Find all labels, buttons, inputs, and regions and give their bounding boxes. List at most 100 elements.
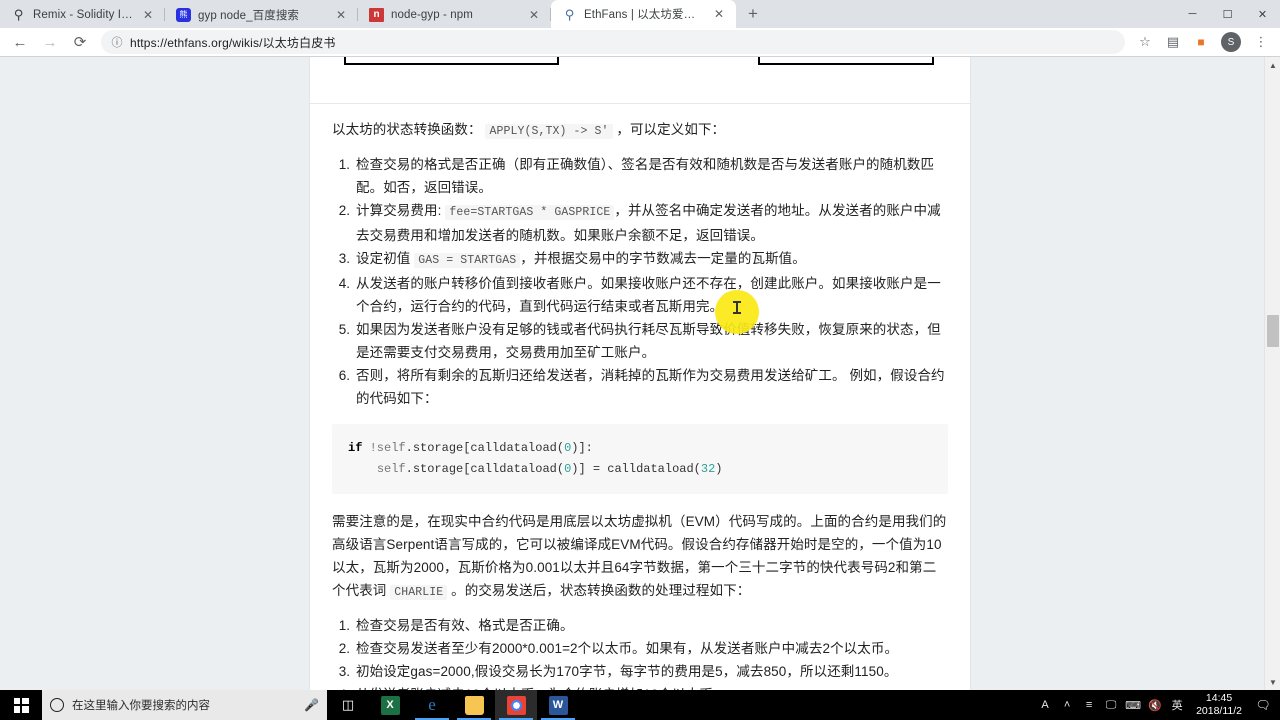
system-tray: A ˄ ≡ 🖵 ⌨ 🔇 英 14:45 2018/11/2 🗨 (1034, 690, 1280, 720)
browser-tab-baidu[interactable]: 熊 gyp node_百度搜索 ✕ (165, 1, 358, 28)
inline-code: GAS = STARTGAS (414, 253, 521, 268)
task-view-button[interactable]: ◫ (327, 690, 369, 720)
maximize-button[interactable]: ☐ (1210, 0, 1245, 28)
taskbar-clock[interactable]: 14:45 2018/11/2 (1188, 690, 1250, 720)
show-hidden-icons-chevron[interactable]: ˄ (1056, 690, 1078, 720)
browser-tab-remix[interactable]: ⚲ Remix - Solidity IDE ✕ (0, 1, 165, 28)
back-button[interactable]: ← (6, 29, 34, 55)
code-ident: self (376, 462, 406, 476)
code-op: .storage[calldataload( (405, 462, 565, 476)
search-placeholder-text: 在这里输入你要搜索的内容 (72, 700, 210, 712)
list-item-text: 检查交易发送者至少有2000*0.001=2个以太币。如果有，从发送者账户中减去… (356, 641, 899, 656)
volume-muted-icon[interactable]: 🔇 (1144, 690, 1166, 720)
taskbar-app-excel[interactable]: X (369, 690, 411, 720)
cortana-circle-icon (50, 698, 64, 712)
baidu-icon: 熊 (176, 7, 191, 22)
excel-icon: X (380, 695, 400, 715)
list-item: 检查交易发送者至少有2000*0.001=2个以太币。如果有，从发送者账户中减去… (354, 637, 948, 660)
accessibility-icon[interactable]: A (1034, 690, 1056, 720)
list-item: 否则，将所有剩余的瓦斯归还给发送者，消耗掉的瓦斯作为交易费用发送给矿工。 例如，… (354, 364, 948, 410)
close-window-button[interactable]: ✕ (1245, 0, 1280, 28)
intro-suffix: ，可以定义如下： (616, 122, 726, 137)
reload-button[interactable]: ⟳ (66, 29, 94, 55)
list-item: 设定初值 GAS = STARTGAS，并根据交易中的字节数减去一定量的瓦斯值。 (354, 247, 948, 272)
address-bar[interactable]: ⓘ https://ethfans.org/wikis/以太坊白皮书 (101, 30, 1125, 54)
windows-logo-icon (13, 697, 29, 713)
extension-icon-2[interactable]: ■ (1188, 29, 1214, 55)
taskbar-app-chrome[interactable] (495, 690, 537, 720)
taskbar-search-box[interactable]: 在这里输入你要搜索的内容 🎤 (42, 690, 327, 720)
code-keyword-if: if (348, 441, 370, 455)
taskbar-app-word[interactable]: W (537, 690, 579, 720)
usb-icon[interactable]: ⌨ (1122, 690, 1144, 720)
ethfans-icon: ⚲ (564, 6, 575, 22)
start-button[interactable] (0, 690, 42, 720)
intro-paragraph: 以太坊的状态转换函数： APPLY(S,TX) -> S' ，可以定义如下： (332, 118, 948, 143)
note-inline-code: CHARLIE (390, 585, 448, 600)
extension-icon-1[interactable]: ▤ (1160, 29, 1186, 55)
scrollbar-down-arrow[interactable]: ▼ (1265, 674, 1280, 690)
list-item: 从发送者的账户转移价值到接收者账户。如果接收账户还不存在，创建此账户。如果接收账… (354, 272, 948, 318)
new-tab-button[interactable]: + (739, 0, 767, 28)
tab-title: EthFans | 以太坊爱好者 (584, 9, 704, 21)
list-item-prefix: 计算交易费用: (356, 203, 446, 218)
code-number: 32 (700, 462, 716, 476)
tab-title: gyp node_百度搜索 (198, 9, 300, 22)
note-paragraph: 需要注意的是，在现实中合约代码是用底层以太坊虚拟机（EVM）代码写成的。上面的合… (332, 510, 948, 604)
text-cursor-icon (733, 301, 741, 314)
scrollbar-thumb[interactable] (1267, 315, 1279, 347)
browser-tab-npm[interactable]: n node-gyp - npm ✕ (358, 1, 551, 28)
avatar[interactable]: S (1221, 32, 1241, 52)
site-info-icon[interactable]: ⓘ (111, 34, 123, 50)
list-item-prefix: 设定初值 (356, 251, 415, 266)
browser-toolbar: ← → ⟳ ⓘ https://ethfans.org/wikis/以太坊白皮书… (0, 28, 1280, 57)
list-item: 初始设定gas=2000,假设交易长为170字节，每字节的费用是5，减去850，… (354, 660, 948, 683)
code-op: ) (715, 462, 723, 476)
browser-menu-icon[interactable]: ⋮ (1248, 29, 1274, 55)
window-controls: ─ ☐ ✕ (1175, 0, 1280, 28)
onedrive-icon[interactable]: ≡ (1078, 690, 1100, 720)
minimize-button[interactable]: ─ (1175, 0, 1210, 28)
article-content: 以太坊的状态转换函数： APPLY(S,TX) -> S' ，可以定义如下： 检… (332, 118, 948, 690)
intro-prefix: 以太坊的状态转换函数： (332, 122, 482, 137)
tab-title: Remix - Solidity IDE (33, 8, 133, 21)
tab-close-button[interactable]: ✕ (140, 7, 156, 23)
clock-date: 2018/11/2 (1196, 705, 1242, 717)
page-scrollbar[interactable]: ▲ ▼ (1264, 57, 1280, 690)
windows-taskbar: 在这里输入你要搜索的内容 🎤 ◫ X e W A ˄ ≡ 🖵 ⌨ 🔇 英 14:… (0, 690, 1280, 720)
tab-close-button[interactable]: ✕ (526, 7, 542, 23)
list-item-text: 检查交易是否有效、格式是否正确。 (356, 618, 574, 633)
state-transition-steps-list: 检查交易的格式是否正确（即有正确数值）、签名是否有效和随机数是否与发送者账户的随… (332, 153, 948, 410)
browser-tab-ethfans-active[interactable]: ⚲ EthFans | 以太坊爱好者 ✕ (551, 0, 736, 28)
chrome-icon (506, 695, 526, 715)
action-center-button[interactable]: 🗨 (1250, 690, 1276, 720)
clock-time: 14:45 (1205, 692, 1233, 704)
folder-icon (464, 695, 484, 715)
url-text: https://ethfans.org/wikis/以太坊白皮书 (130, 35, 336, 50)
scrollbar-up-arrow[interactable]: ▲ (1265, 57, 1280, 73)
forward-button[interactable]: → (36, 29, 64, 55)
diagram-box-left (344, 57, 559, 65)
microphone-icon[interactable]: 🎤 (304, 698, 319, 712)
tab-close-button[interactable]: ✕ (711, 6, 727, 22)
taskbar-app-file-explorer[interactable] (453, 690, 495, 720)
diagram-box-right (758, 57, 934, 65)
serpent-code-block: if !self.storage[calldataload(0)]: self.… (332, 424, 948, 494)
list-item-text: 初始设定gas=2000,假设交易长为170字节，每字节的费用是5，减去850，… (356, 664, 898, 679)
list-item-text: 从发送者的账户转移价值到接收者账户。如果接收账户还不存在，创建此账户。如果接收账… (356, 276, 941, 314)
list-item: 从发送者账户减去10个以太币，为合约账户增加10个以太币。 (354, 683, 948, 690)
taskbar-app-edge[interactable]: e (411, 690, 453, 720)
edge-icon: e (428, 695, 436, 714)
npm-icon: n (369, 7, 384, 22)
bookmark-star-icon[interactable]: ☆ (1132, 29, 1158, 55)
intro-inline-code: APPLY(S,TX) -> S' (485, 124, 613, 139)
article-column: 以太坊的状态转换函数： APPLY(S,TX) -> S' ，可以定义如下： 检… (310, 57, 970, 690)
tab-title: node-gyp - npm (391, 8, 473, 21)
list-item-suffix: ，并根据交易中的字节数减去一定量的瓦斯值。 (520, 251, 806, 266)
word-icon: W (548, 695, 568, 715)
page-viewport: 以太坊的状态转换函数： APPLY(S,TX) -> S' ，可以定义如下： 检… (0, 57, 1280, 690)
ime-language-icon[interactable]: 英 (1166, 690, 1188, 720)
example-steps-list: 检查交易是否有效、格式是否正确。 检查交易发送者至少有2000*0.001=2个… (332, 614, 948, 690)
network-icon[interactable]: 🖵 (1100, 690, 1122, 720)
tab-close-button[interactable]: ✕ (333, 7, 349, 23)
